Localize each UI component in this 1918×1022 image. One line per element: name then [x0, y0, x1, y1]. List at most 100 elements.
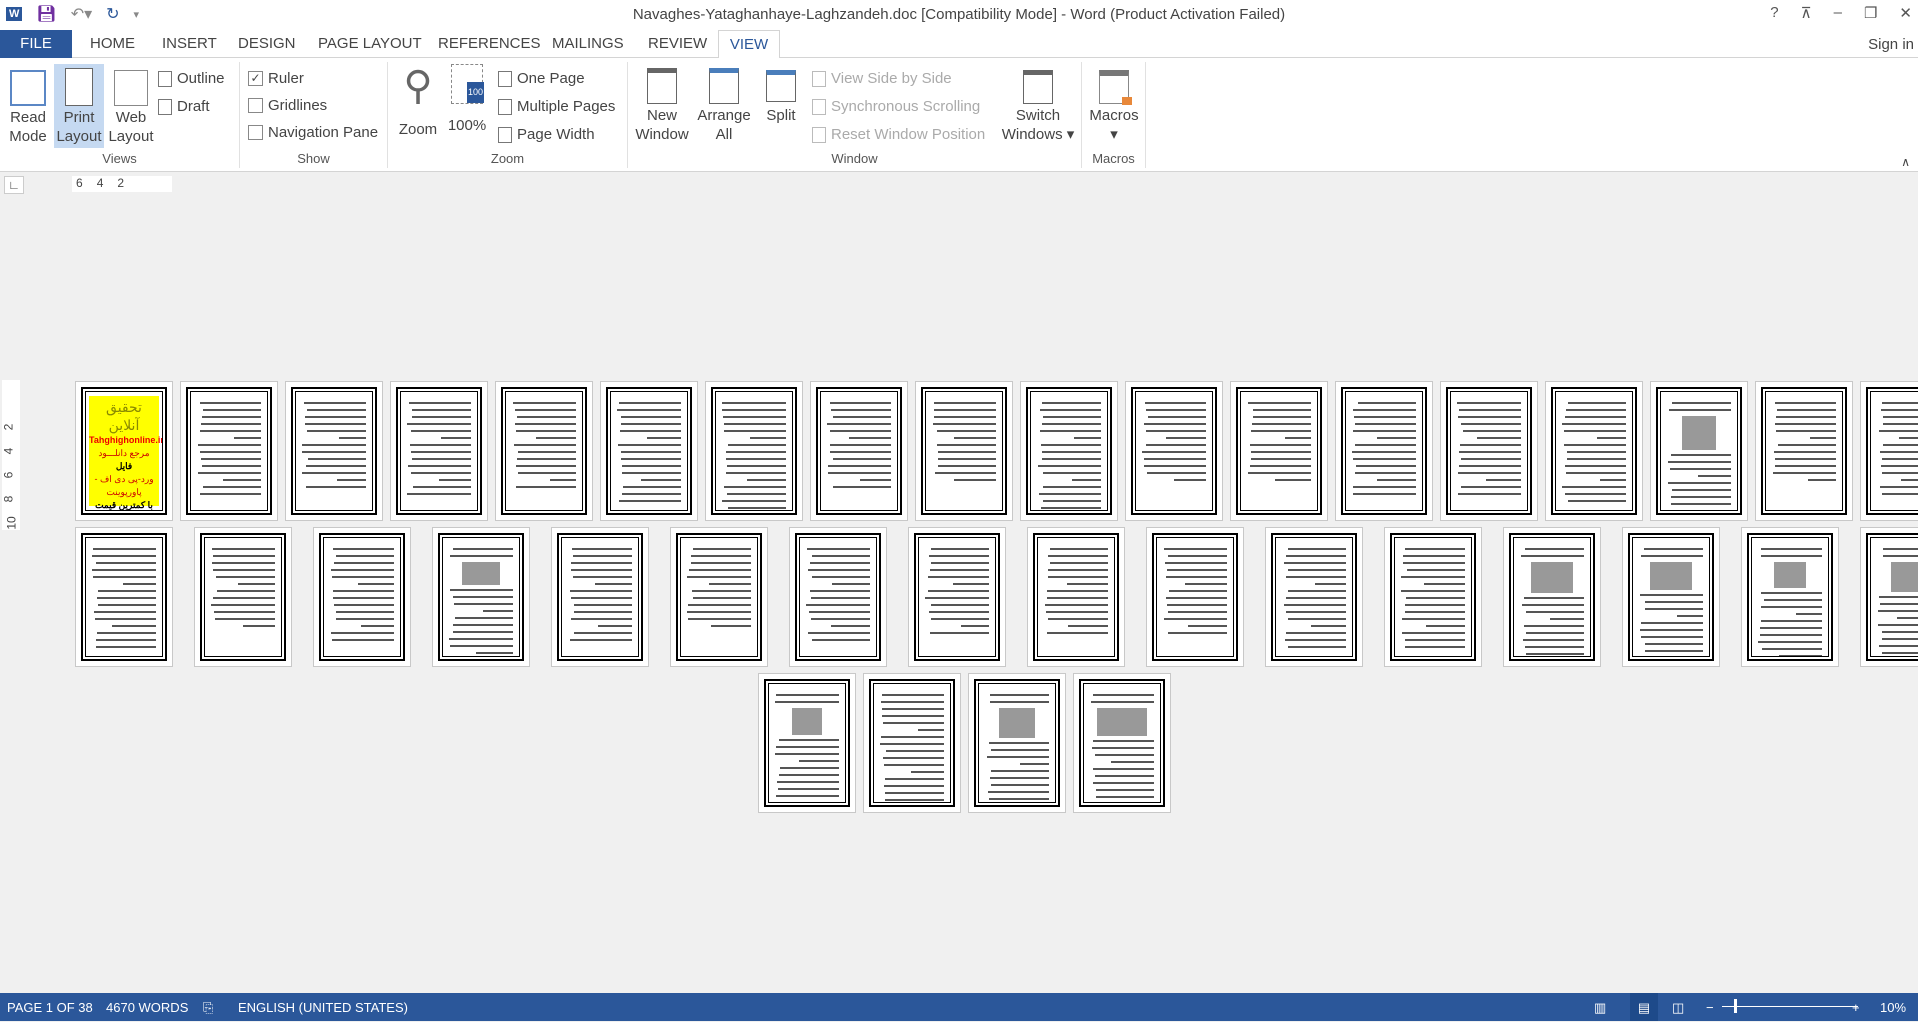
page-thumbnail[interactable]	[194, 527, 292, 667]
sign-in-link[interactable]: Sign in	[1868, 36, 1914, 53]
read-mode-view-icon[interactable]: ▥	[1594, 1000, 1606, 1016]
page-thumbnail[interactable]	[1503, 527, 1601, 667]
split-button[interactable]: Split	[756, 64, 806, 125]
page-thumbnail[interactable]	[1335, 381, 1433, 521]
text-line	[954, 437, 996, 439]
text-line	[302, 444, 366, 446]
tab-references[interactable]: REFERENCES	[428, 30, 551, 58]
page-thumbnail[interactable]	[968, 673, 1066, 813]
gridlines-checkbox[interactable]: Gridlines	[248, 97, 327, 114]
ruler-checkbox[interactable]: ✓ Ruler	[248, 70, 304, 87]
zoom-level[interactable]: 10%	[1880, 1000, 1906, 1015]
text-line	[1357, 402, 1416, 404]
page-thumbnail[interactable]	[810, 381, 908, 521]
page-thumbnail[interactable]	[1125, 381, 1223, 521]
page-thumbnail[interactable]	[1265, 527, 1363, 667]
tab-design[interactable]: DESIGN	[228, 30, 306, 58]
zoom-100-button[interactable]: 100 100%	[444, 64, 490, 135]
page-thumbnail[interactable]	[1073, 673, 1171, 813]
page-thumbnail[interactable]	[432, 527, 530, 667]
view-side-by-side-button[interactable]: View Side by Side	[812, 70, 952, 87]
web-layout-view-icon[interactable]: ◫	[1672, 1000, 1684, 1016]
page-thumbnail[interactable]	[1384, 527, 1482, 667]
page-width-button[interactable]: Page Width	[498, 126, 595, 143]
one-page-button[interactable]: One Page	[498, 70, 585, 87]
page-thumbnail[interactable]	[758, 673, 856, 813]
text-line	[201, 465, 261, 467]
zoom-slider[interactable]	[1722, 999, 1858, 1013]
tab-page-layout[interactable]: PAGE LAYOUT	[308, 30, 432, 58]
page-thumbnail[interactable]	[1622, 527, 1720, 667]
tab-review[interactable]: REVIEW	[638, 30, 717, 58]
new-window-button[interactable]: New Window	[632, 64, 692, 144]
reset-window-position-button[interactable]: Reset Window Position	[812, 126, 985, 143]
tab-home[interactable]: HOME	[80, 30, 145, 58]
text-line	[1562, 486, 1626, 488]
word-count[interactable]: 4670 WORDS	[106, 1000, 188, 1015]
web-layout-button[interactable]: Web Layout	[106, 64, 156, 146]
minimize-button[interactable]: –	[1834, 4, 1842, 22]
navigation-pane-checkbox[interactable]: Navigation Pane	[248, 124, 378, 141]
page-thumbnail[interactable]	[908, 527, 1006, 667]
zoom-button[interactable]: ⚲ Zoom	[396, 64, 440, 139]
tab-mailings[interactable]: MAILINGS	[542, 30, 634, 58]
outline-button[interactable]: Outline	[158, 70, 225, 87]
read-mode-icon	[10, 70, 46, 106]
page-thumbnail[interactable]	[551, 527, 649, 667]
page-thumbnail[interactable]	[1741, 527, 1839, 667]
help-button[interactable]: ?	[1770, 4, 1778, 22]
restore-button[interactable]: ❐	[1864, 4, 1877, 22]
vertical-ruler[interactable]: 2 4 6 8 10	[1, 380, 20, 530]
zoom-out-button[interactable]: −	[1706, 1000, 1714, 1015]
page-thumbnail[interactable]	[1146, 527, 1244, 667]
page-thumbnail[interactable]: تحقیق آنلاین Tahghighonline.ir مرجع دانلــ…	[75, 381, 173, 521]
zoom-in-button[interactable]: +	[1852, 1000, 1860, 1015]
page-thumbnail[interactable]	[1020, 381, 1118, 521]
page-thumbnail[interactable]	[1860, 527, 1918, 667]
page-thumbnail[interactable]	[1650, 381, 1748, 521]
page-thumbnail[interactable]	[180, 381, 278, 521]
page-thumbnail[interactable]	[789, 527, 887, 667]
text-line	[96, 632, 156, 634]
page-thumbnail[interactable]	[1860, 381, 1918, 521]
page-thumbnail[interactable]	[75, 527, 173, 667]
page-thumbnail[interactable]	[1230, 381, 1328, 521]
page-thumbnail[interactable]	[863, 673, 961, 813]
page-thumbnail[interactable]	[1755, 381, 1853, 521]
ribbon-display-button[interactable]: ⊼	[1801, 4, 1812, 22]
page-thumbnail[interactable]	[600, 381, 698, 521]
page-thumbnail[interactable]	[1545, 381, 1643, 521]
page-thumbnail[interactable]	[313, 527, 411, 667]
synchronous-scrolling-button[interactable]: Synchronous Scrolling	[812, 98, 980, 115]
collapse-ribbon-icon[interactable]: ∧	[1901, 155, 1910, 169]
text-line	[1041, 458, 1101, 460]
draft-button[interactable]: Draft	[158, 98, 210, 115]
print-layout-button[interactable]: Print Layout	[54, 64, 104, 148]
tab-view[interactable]: VIEW	[718, 30, 780, 59]
page-thumbnail[interactable]	[285, 381, 383, 521]
proofing-icon[interactable]: ⎘	[203, 1000, 213, 1016]
tab-insert[interactable]: INSERT	[152, 30, 227, 58]
page-thumbnail[interactable]	[495, 381, 593, 521]
language[interactable]: ENGLISH (UNITED STATES)	[238, 1000, 408, 1015]
horizontal-ruler[interactable]: 642	[72, 176, 172, 192]
macros-button[interactable]: Macros ▾	[1086, 64, 1142, 144]
read-mode-button[interactable]: Read Mode	[4, 64, 52, 146]
switch-windows-button[interactable]: Switch Windows ▾	[1000, 64, 1076, 144]
page-thumbnail[interactable]	[705, 381, 803, 521]
page-thumbnail[interactable]	[1440, 381, 1538, 521]
tab-file[interactable]: FILE	[0, 30, 72, 58]
zoom-slider-thumb[interactable]	[1734, 999, 1738, 1013]
page-thumbnail[interactable]	[1027, 527, 1125, 667]
multiple-pages-button[interactable]: Multiple Pages	[498, 98, 615, 115]
page-count[interactable]: PAGE 1 OF 38	[7, 1000, 93, 1015]
text-line	[1640, 594, 1703, 597]
print-layout-view-icon[interactable]: ▤	[1630, 993, 1658, 1021]
tab-selector[interactable]: ∟	[4, 176, 24, 194]
page-thumbnail[interactable]	[915, 381, 1013, 521]
close-button[interactable]: ✕	[1899, 4, 1912, 22]
arrange-all-button[interactable]: Arrange All	[694, 64, 754, 144]
page-thumbnail[interactable]	[670, 527, 768, 667]
page-thumbnail[interactable]	[390, 381, 488, 521]
text-line	[1882, 423, 1918, 425]
